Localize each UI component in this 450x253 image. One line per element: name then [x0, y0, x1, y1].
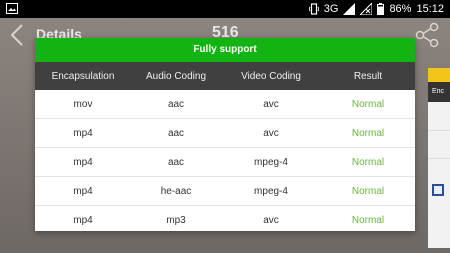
dialog-title: Fully support	[35, 38, 415, 62]
side-panel: Enc	[428, 68, 450, 248]
cell-video-coding: mpeg-4	[254, 185, 288, 197]
cell-encapsulation: mp4	[73, 185, 93, 197]
cell-result: Normal	[351, 156, 385, 168]
cell-audio-coding: aac	[167, 156, 185, 168]
cell-result: Normal	[351, 185, 385, 197]
column-header-encapsulation: Encapsulation	[51, 70, 115, 82]
cell-video-coding: avc	[263, 98, 279, 110]
cell-encapsulation: mp4	[73, 156, 93, 168]
column-header-video-coding: Video Coding	[241, 70, 301, 82]
table-row: mov aac avc Normal	[35, 90, 415, 119]
battery-percent: 86%	[389, 3, 412, 15]
column-header-audio-coding: Audio Coding	[145, 70, 207, 82]
cell-audio-coding: aac	[167, 98, 185, 110]
vibrate-icon	[308, 3, 319, 15]
table-body: mov aac avc Normal mp4 aac avc Normal mp…	[35, 90, 415, 235]
table-row: mp4 aac mpeg-4 Normal	[35, 148, 415, 177]
divider	[428, 130, 450, 131]
signal-icon	[343, 3, 356, 15]
cell-result: Normal	[351, 127, 385, 139]
column-header-result: Result	[353, 70, 383, 82]
network-type: 3G	[323, 3, 339, 15]
cell-encapsulation: mov	[73, 98, 93, 110]
table-row: mp4 mp3 avc Normal	[35, 206, 415, 235]
cell-result: Normal	[351, 215, 385, 226]
table-row: mp4 he-aac mpeg-4 Normal	[35, 177, 415, 206]
share-icon[interactable]	[414, 22, 440, 48]
cell-video-coding: avc	[263, 215, 279, 226]
cell-audio-coding: aac	[167, 127, 185, 139]
clock: 15:12	[416, 3, 444, 15]
back-arrow-icon[interactable]	[8, 23, 26, 47]
cell-result: Normal	[351, 98, 385, 110]
chip-icon	[432, 184, 444, 196]
table-header: Encapsulation Audio Coding Video Coding …	[35, 62, 415, 90]
no-sim-icon	[360, 3, 373, 15]
cell-encapsulation: mp4	[73, 215, 93, 226]
cell-audio-coding: he-aac	[160, 185, 192, 197]
codec-support-dialog: Fully support Encapsulation Audio Coding…	[35, 38, 415, 231]
status-icons: 3G 86% 15:12	[308, 0, 444, 18]
status-bar: 3G 86% 15:12	[0, 0, 450, 18]
cell-encapsulation: mp4	[73, 127, 93, 139]
divider	[428, 158, 450, 159]
battery-icon	[377, 3, 385, 15]
side-panel-header: Enc	[428, 82, 450, 102]
cell-video-coding: avc	[263, 127, 279, 139]
cell-video-coding: mpeg-4	[254, 156, 288, 168]
table-row: mp4 aac avc Normal	[35, 119, 415, 148]
side-panel-accent	[428, 68, 450, 82]
cell-audio-coding: mp3	[166, 215, 186, 226]
image-notification-icon	[6, 3, 18, 14]
